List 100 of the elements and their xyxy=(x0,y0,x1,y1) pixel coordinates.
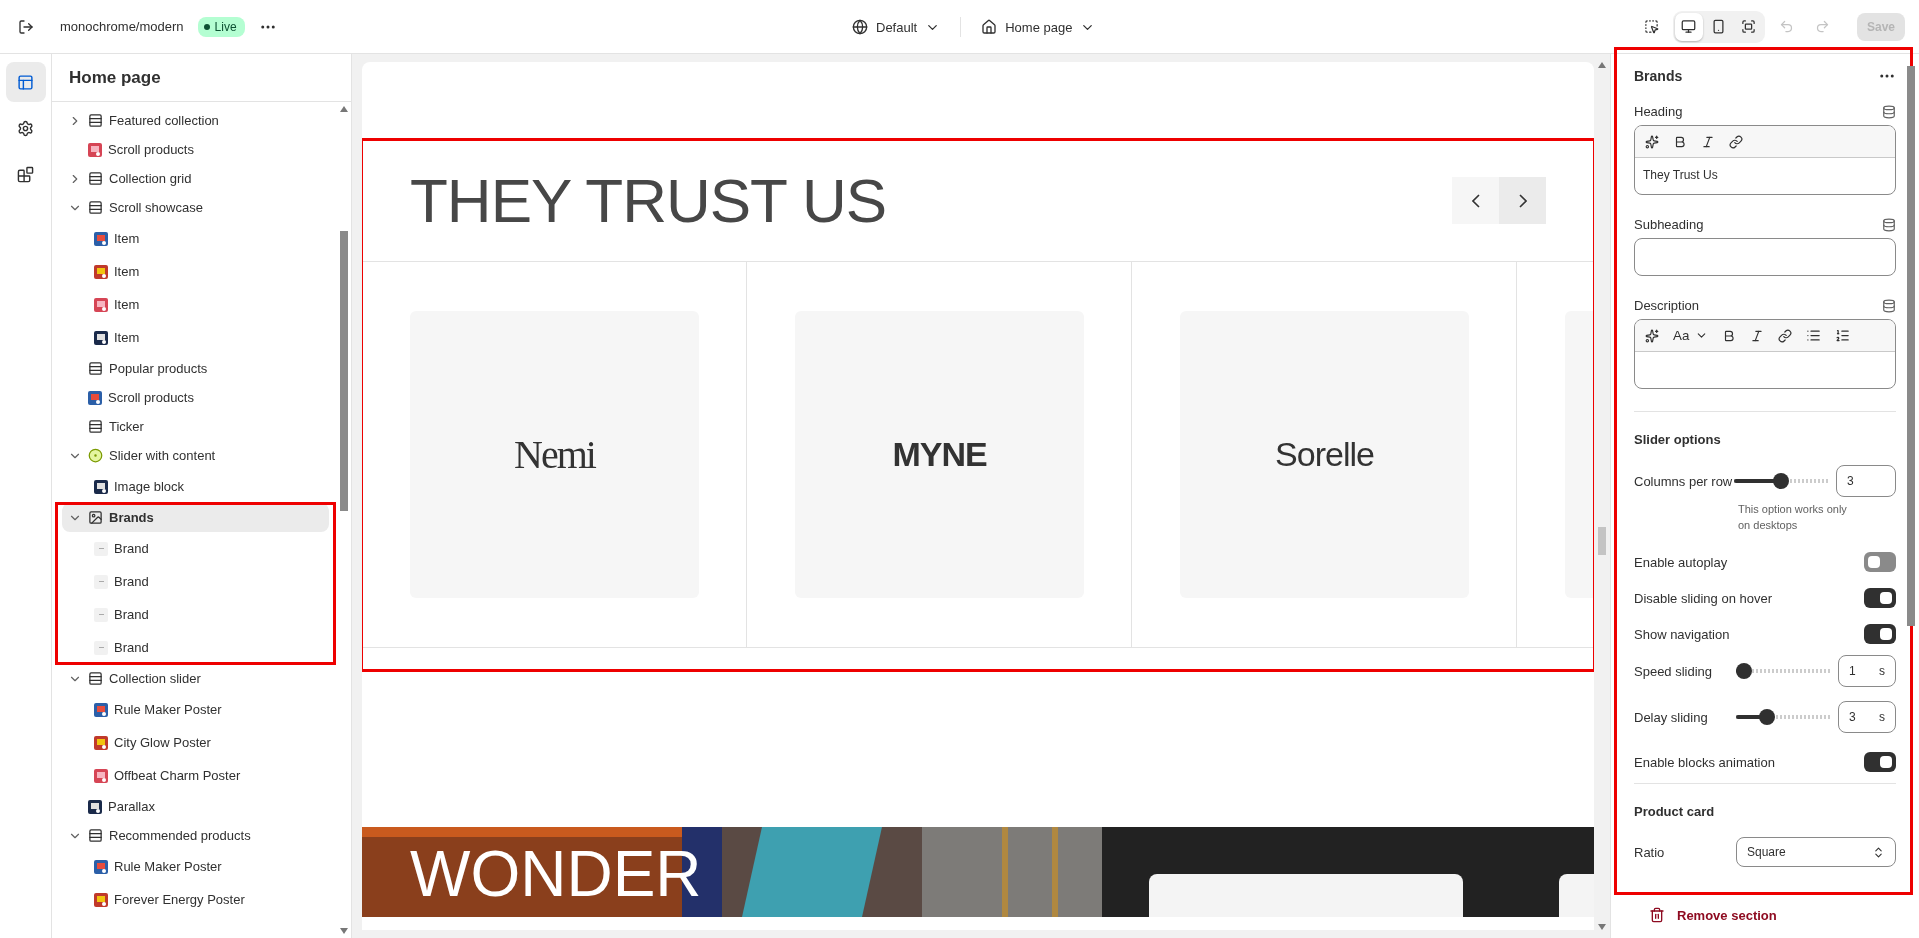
rich-text-editor[interactable]: They Trust Us xyxy=(1634,125,1896,195)
italic-icon[interactable] xyxy=(1701,134,1715,149)
remove-section-button[interactable]: Remove section xyxy=(1649,907,1777,923)
section-icon xyxy=(88,419,103,434)
setting-label: Show navigation xyxy=(1634,626,1730,642)
store-name: monochrome/modern xyxy=(60,19,184,34)
hint-text: This option works only on desktops xyxy=(1738,502,1848,533)
sidebar-item[interactable]: Forever Energy Poster xyxy=(62,883,329,916)
setting-label: Delay sliding xyxy=(1634,709,1708,725)
sidebar-item[interactable]: Collection slider xyxy=(62,664,329,693)
toggle-switch[interactable] xyxy=(1864,624,1896,644)
text-style-button[interactable]: Aa xyxy=(1673,328,1709,343)
undo-icon xyxy=(1779,19,1795,34)
toggle-switch[interactable] xyxy=(1864,588,1896,608)
text-field[interactable] xyxy=(1634,238,1896,276)
sections-rail-button[interactable] xyxy=(5,62,46,102)
section-heading: THEY TRUST US xyxy=(410,165,887,236)
field-label: Subheading xyxy=(1634,217,1704,232)
sidebar-item[interactable]: Item xyxy=(62,321,329,354)
sidebar-item[interactable]: Item xyxy=(62,255,329,288)
redo-icon xyxy=(1815,19,1831,34)
sidebar-item[interactable]: Rule Maker Poster xyxy=(62,693,329,726)
sidebar-item[interactable]: Slider with content xyxy=(62,441,329,470)
setting-label: Enable autoplay xyxy=(1634,554,1728,570)
sidebar-item[interactable]: Collection grid xyxy=(62,164,329,193)
sidebar-item[interactable]: Brand xyxy=(62,532,329,565)
number-field[interactable]: 3 s xyxy=(1838,701,1896,733)
setting-label: Disable sliding on hover xyxy=(1634,590,1773,606)
sidebar-item[interactable]: Brand xyxy=(62,631,329,664)
scroll-up-icon[interactable] xyxy=(1598,62,1606,68)
chevron-right-icon xyxy=(1518,193,1527,208)
sidebar-item[interactable]: Scroll showcase xyxy=(62,193,329,222)
status-badge: Live xyxy=(197,16,245,37)
section-icon xyxy=(88,361,103,376)
scrollbar-thumb[interactable] xyxy=(1598,527,1606,555)
brand-thumbnail-icon xyxy=(94,574,108,589)
sparkle-icon[interactable] xyxy=(1645,134,1659,149)
brand-thumbnail-icon xyxy=(94,541,108,556)
sidebar-item[interactable]: Recommended products xyxy=(62,821,329,850)
link-icon[interactable] xyxy=(1729,134,1743,149)
sidebar-item[interactable]: Brand xyxy=(62,598,329,631)
sidebar-item[interactable]: Popular products xyxy=(62,354,329,383)
number-field[interactable]: 3 xyxy=(1836,465,1896,497)
link-icon[interactable] xyxy=(1778,328,1793,343)
group-title: Slider options xyxy=(1634,432,1722,447)
brand-logo: Nemi xyxy=(514,431,595,478)
toggle-switch[interactable] xyxy=(1864,752,1896,772)
setting-label: Ratio xyxy=(1634,844,1665,860)
sidebar-item[interactable]: Rule Maker Poster xyxy=(62,850,329,883)
theme-selector[interactable]: Default xyxy=(846,15,947,39)
ratio-select[interactable]: Square xyxy=(1736,837,1896,867)
database-icon[interactable] xyxy=(1882,217,1896,232)
chevrons-up-down-icon xyxy=(1872,845,1885,859)
setting-label: Speed sliding xyxy=(1634,663,1713,679)
panel-title: Brands xyxy=(1634,68,1683,84)
sidebar-item[interactable]: City Glow Poster xyxy=(62,726,329,759)
database-icon[interactable] xyxy=(1882,104,1896,119)
sidebar-item[interactable]: Featured collection xyxy=(62,106,329,135)
monitor-icon xyxy=(1681,19,1697,34)
exit-icon[interactable] xyxy=(18,18,34,35)
numbered-list-icon[interactable] xyxy=(1835,328,1851,343)
page-selector[interactable]: Home page xyxy=(975,15,1102,39)
sidebar-item[interactable]: Scroll products xyxy=(62,383,329,412)
editor-text: They Trust Us xyxy=(1643,168,1718,182)
number-field[interactable]: 1 s xyxy=(1838,655,1896,687)
sparkle-icon[interactable] xyxy=(1645,328,1659,343)
database-icon[interactable] xyxy=(1882,298,1896,313)
brand-thumbnail-icon xyxy=(94,607,108,622)
field-label: Heading xyxy=(1634,104,1683,119)
phone-icon xyxy=(1711,19,1727,34)
scroll-up-icon[interactable] xyxy=(340,106,348,112)
section-icon xyxy=(88,171,103,186)
sidebar-item[interactable]: Offbeat Charm Poster xyxy=(62,759,329,792)
sidebar-item[interactable]: Item xyxy=(62,222,329,255)
sidebar-item[interactable]: Scroll products xyxy=(62,135,329,164)
field-label: Description xyxy=(1634,298,1700,313)
banner-heading: WONDER xyxy=(410,839,702,909)
home-icon xyxy=(981,19,998,35)
bold-icon[interactable] xyxy=(1673,134,1687,149)
bullet-list-icon[interactable] xyxy=(1806,328,1822,343)
sidebar-item[interactable]: Item xyxy=(62,288,329,321)
sidebar-item[interactable]: Brands xyxy=(62,503,329,532)
scroll-down-icon[interactable] xyxy=(1598,924,1606,930)
sidebar-item[interactable]: Image block xyxy=(62,470,329,503)
image-icon xyxy=(88,510,103,525)
toggle-switch[interactable] xyxy=(1864,552,1896,572)
desktop-view-button[interactable] xyxy=(1674,12,1703,41)
globe-icon xyxy=(852,19,868,35)
bold-icon[interactable] xyxy=(1722,328,1737,343)
scroll-down-icon[interactable] xyxy=(340,928,348,934)
rich-text-editor[interactable]: Aa xyxy=(1634,319,1896,389)
sidebar-item[interactable]: Brand xyxy=(62,565,329,598)
italic-icon[interactable] xyxy=(1750,328,1765,343)
sections-icon xyxy=(17,73,34,91)
scrollbar-thumb[interactable] xyxy=(340,231,348,511)
sidebar-item[interactable]: Parallax xyxy=(62,792,329,821)
sidebar-item[interactable]: Ticker xyxy=(62,412,329,441)
section-icon xyxy=(88,828,103,843)
scrollbar-thumb[interactable] xyxy=(1907,66,1915,626)
inspector-icon[interactable] xyxy=(1643,19,1659,34)
